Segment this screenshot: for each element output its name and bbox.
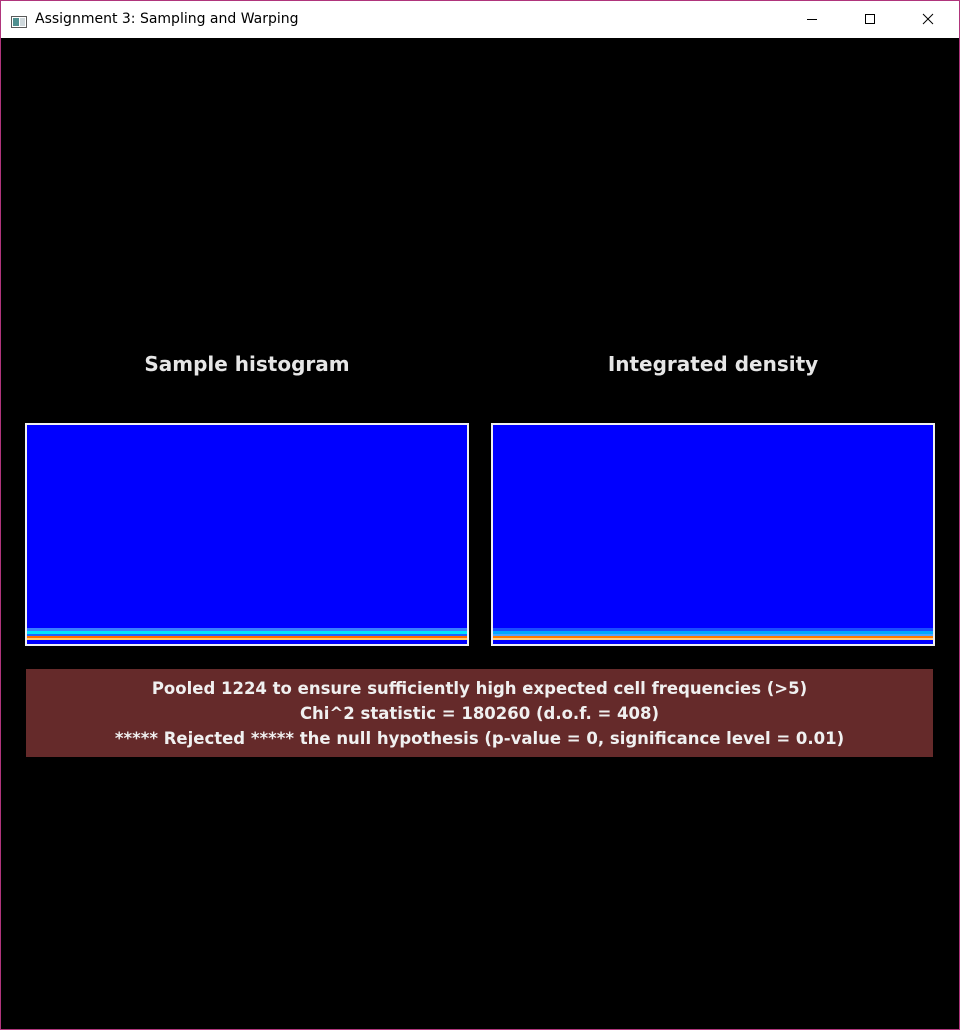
heatmap-band [493,638,933,640]
heatmap-band [27,631,467,634]
heatmap-band [493,628,933,631]
heatmap-band [27,628,467,631]
app-window: Assignment 3: Sampling and Warping Sampl… [0,0,960,1030]
integrated-density-title: Integrated density [607,352,819,376]
sample-histogram-heatmap [27,425,467,644]
heatmap-band [493,634,933,636]
heatmap-background [493,425,933,644]
minimize-button[interactable] [783,1,841,38]
heatmap-band [27,638,467,640]
title-bar[interactable]: Assignment 3: Sampling and Warping [1,1,959,38]
maximize-icon [864,10,876,29]
integrated-density-plot [491,423,935,646]
heatmap-band [493,631,933,634]
integrated-density-heatmap [493,425,933,644]
app-window-icon[interactable] [11,13,27,28]
heatmap-band [27,634,467,636]
heatmap-band [493,636,933,638]
heatmap-band [27,636,467,638]
heatmap-background [27,425,467,644]
chi-square-statistic: Chi^2 statistic = 180260 (d.o.f. = 408) [299,704,660,723]
sample-histogram-title: Sample histogram [144,352,350,376]
close-icon [922,10,934,29]
chi-square-result-box: Pooled 1224 to ensure sufficiently high … [26,669,933,757]
close-button[interactable] [899,1,957,38]
maximize-button[interactable] [841,1,899,38]
pooled-message: Pooled 1224 to ensure sufficiently high … [151,679,808,698]
render-area: Sample histogram Integrated density Pool… [1,38,959,1029]
window-title: Assignment 3: Sampling and Warping [35,11,299,27]
minimize-icon [806,10,818,29]
hypothesis-result: ***** Rejected ***** the null hypothesis… [114,729,845,748]
sample-histogram-plot [25,423,469,646]
